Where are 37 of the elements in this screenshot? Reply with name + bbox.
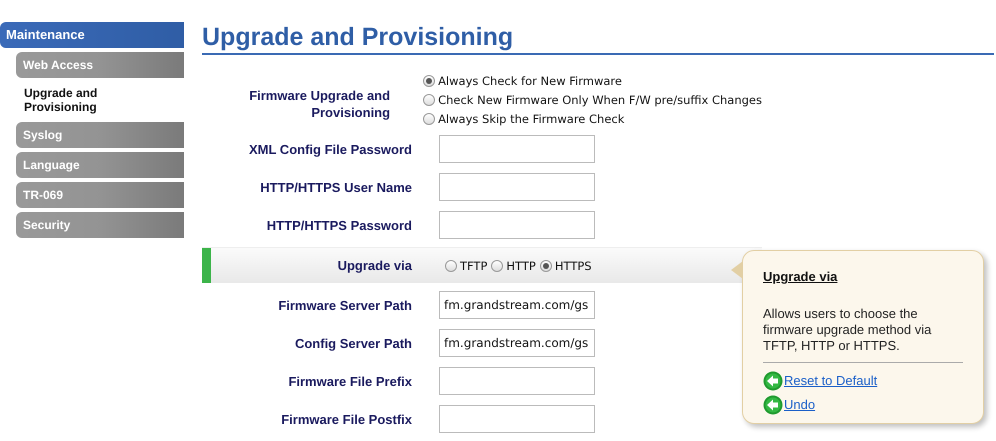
- radio-button[interactable]: [423, 94, 436, 106]
- radio-label[interactable]: HTTP: [506, 258, 536, 274]
- radio-label[interactable]: Check New Firmware Only When F/W pre/suffix Changes: [438, 92, 762, 108]
- radio-button[interactable]: [540, 260, 552, 272]
- radio-button[interactable]: [445, 260, 457, 272]
- field-label: Upgrade via: [336, 257, 412, 274]
- page-title: Upgrade and Provisioning: [202, 22, 514, 52]
- field-label: Firmware File Prefix: [287, 372, 412, 390]
- input-field[interactable]: [439, 173, 595, 201]
- sidebar-section-header[interactable]: Maintenance: [0, 22, 184, 48]
- input-field[interactable]: fm.grandstream.com/gs: [439, 291, 595, 319]
- popup-title: Upgrade via: [763, 268, 838, 286]
- field-label: XML Config File Password: [248, 140, 412, 158]
- radio-button[interactable]: [423, 75, 436, 87]
- popup-link[interactable]: Undo: [784, 395, 816, 415]
- input-field[interactable]: [439, 211, 595, 239]
- input-field[interactable]: [439, 367, 595, 395]
- field-label: HTTP/HTTPS Password: [266, 216, 412, 234]
- field-label: Config Server Path: [294, 334, 412, 352]
- radio-label[interactable]: HTTPS: [554, 258, 592, 274]
- popup-link[interactable]: Reset to Default: [784, 371, 878, 391]
- field-label: Firmware Server Path: [277, 296, 412, 314]
- popup-description: Allows users to choose the firmware upgrade method via TFTP, HTTP or HTTPS.: [763, 306, 932, 354]
- radio-button[interactable]: [491, 260, 504, 272]
- field-label: HTTP/HTTPS User Name: [259, 178, 412, 196]
- back-arrow-icon[interactable]: [763, 371, 783, 391]
- radio-button[interactable]: [423, 113, 436, 125]
- field-label: Firmware File Postfix: [280, 410, 412, 428]
- radio-label[interactable]: TFTP: [460, 258, 488, 274]
- back-arrow-icon[interactable]: [763, 395, 783, 415]
- input-field[interactable]: fm.grandstream.com/gs: [439, 329, 595, 357]
- field-label: Firmware Upgrade and Provisioning: [248, 86, 390, 120]
- radio-label[interactable]: Always Check for New Firmware: [438, 73, 622, 89]
- highlight-bar: [202, 248, 211, 283]
- input-field[interactable]: [439, 135, 595, 163]
- radio-label[interactable]: Always Skip the Firmware Check: [438, 111, 624, 127]
- input-field[interactable]: [439, 405, 595, 433]
